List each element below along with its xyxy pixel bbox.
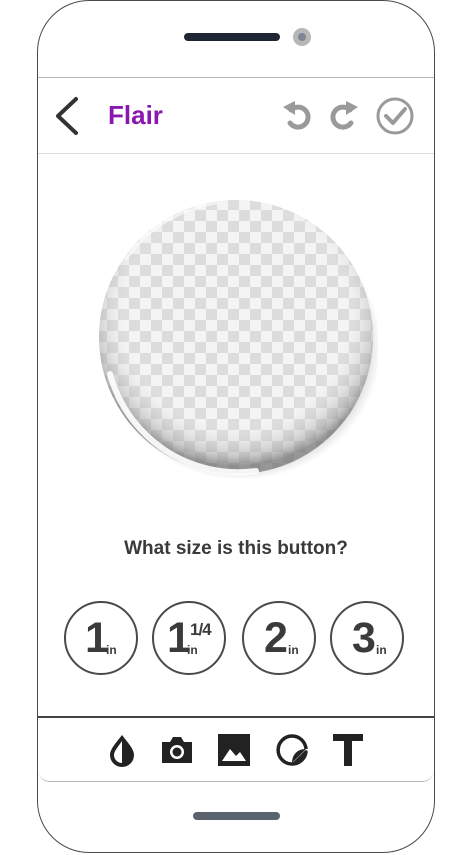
size-value: 2 (264, 614, 288, 662)
confirm-button[interactable] (375, 96, 415, 136)
size-options: 1 in 1 1/4 in 2 in 3 in (38, 598, 434, 678)
phone-camera (293, 28, 311, 46)
phone-frame: Flair What size is this button? 1 in 1 1… (37, 0, 435, 853)
camera-button[interactable] (159, 732, 195, 768)
size-option-1-1-4in[interactable]: 1 1/4 in (152, 601, 226, 675)
design-canvas[interactable] (38, 154, 434, 514)
undo-button[interactable] (280, 97, 316, 133)
color-drop-icon (110, 735, 134, 767)
size-option-2in[interactable]: 2 in (242, 601, 316, 675)
chevron-left-icon (56, 97, 78, 135)
size-unit: in (187, 643, 198, 657)
size-value: 3 (352, 614, 376, 662)
home-indicator[interactable] (193, 812, 280, 820)
image-icon (218, 734, 250, 766)
app-header: Flair (38, 78, 434, 154)
size-unit: in (288, 643, 299, 657)
app-screen: Flair What size is this button? 1 in 1 1… (38, 77, 434, 782)
size-value: 1 (85, 614, 109, 662)
size-option-1in[interactable]: 1 in (64, 601, 138, 675)
size-unit: in (106, 643, 117, 657)
app-title: Flair (108, 100, 163, 130)
button-preview[interactable] (96, 199, 381, 481)
back-button[interactable] (52, 96, 82, 136)
phone-speaker (184, 33, 280, 41)
redo-icon (330, 101, 358, 130)
image-button[interactable] (216, 732, 252, 768)
text-button[interactable] (330, 732, 366, 768)
sticker-icon (276, 734, 308, 766)
size-fraction: 1/4 (190, 620, 212, 639)
size-unit: in (376, 643, 387, 657)
size-option-3in[interactable]: 3 in (330, 601, 404, 675)
color-button[interactable] (104, 732, 140, 768)
sticker-button[interactable] (274, 732, 310, 768)
camera-icon (162, 737, 192, 763)
check-circle-icon (376, 97, 414, 135)
redo-button[interactable] (325, 97, 361, 133)
size-question: What size is this button? (124, 538, 348, 559)
undo-icon (283, 101, 311, 130)
text-icon (333, 734, 363, 766)
bottom-toolbar (38, 716, 434, 781)
